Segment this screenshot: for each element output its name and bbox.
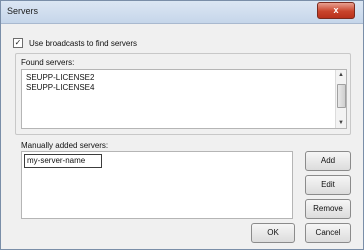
close-button[interactable]: x: [317, 2, 355, 19]
scroll-up-icon[interactable]: ▲: [336, 70, 346, 80]
cancel-button[interactable]: Cancel: [305, 223, 351, 243]
broadcast-option[interactable]: ✓ Use broadcasts to find servers: [13, 37, 137, 49]
add-button[interactable]: Add: [305, 151, 351, 171]
list-item[interactable]: SEUPP-LICENSE4: [26, 83, 94, 92]
server-name-input[interactable]: my-server-name: [24, 154, 102, 168]
found-servers-label: Found servers:: [21, 58, 75, 67]
manual-servers-list[interactable]: my-server-name: [21, 151, 293, 219]
window-title: Servers: [7, 6, 39, 16]
title-bar: Servers x: [1, 1, 363, 24]
servers-dialog: Servers x ✓ Use broadcasts to find serve…: [0, 0, 364, 250]
list-item[interactable]: SEUPP-LICENSE2: [26, 73, 94, 82]
vertical-scrollbar[interactable]: ▲ ▼: [335, 70, 346, 128]
remove-button[interactable]: Remove: [305, 199, 351, 219]
broadcast-label: Use broadcasts to find servers: [29, 38, 138, 48]
manual-servers-label: Manually added servers:: [21, 141, 109, 150]
found-servers-list[interactable]: SEUPP-LICENSE2 SEUPP-LICENSE4 ▲ ▼: [21, 69, 347, 129]
scrollbar-thumb[interactable]: [337, 84, 346, 108]
broadcast-checkbox[interactable]: ✓: [13, 38, 23, 48]
scroll-down-icon[interactable]: ▼: [336, 118, 346, 128]
edit-button[interactable]: Edit: [305, 175, 351, 195]
ok-button[interactable]: OK: [251, 223, 295, 243]
